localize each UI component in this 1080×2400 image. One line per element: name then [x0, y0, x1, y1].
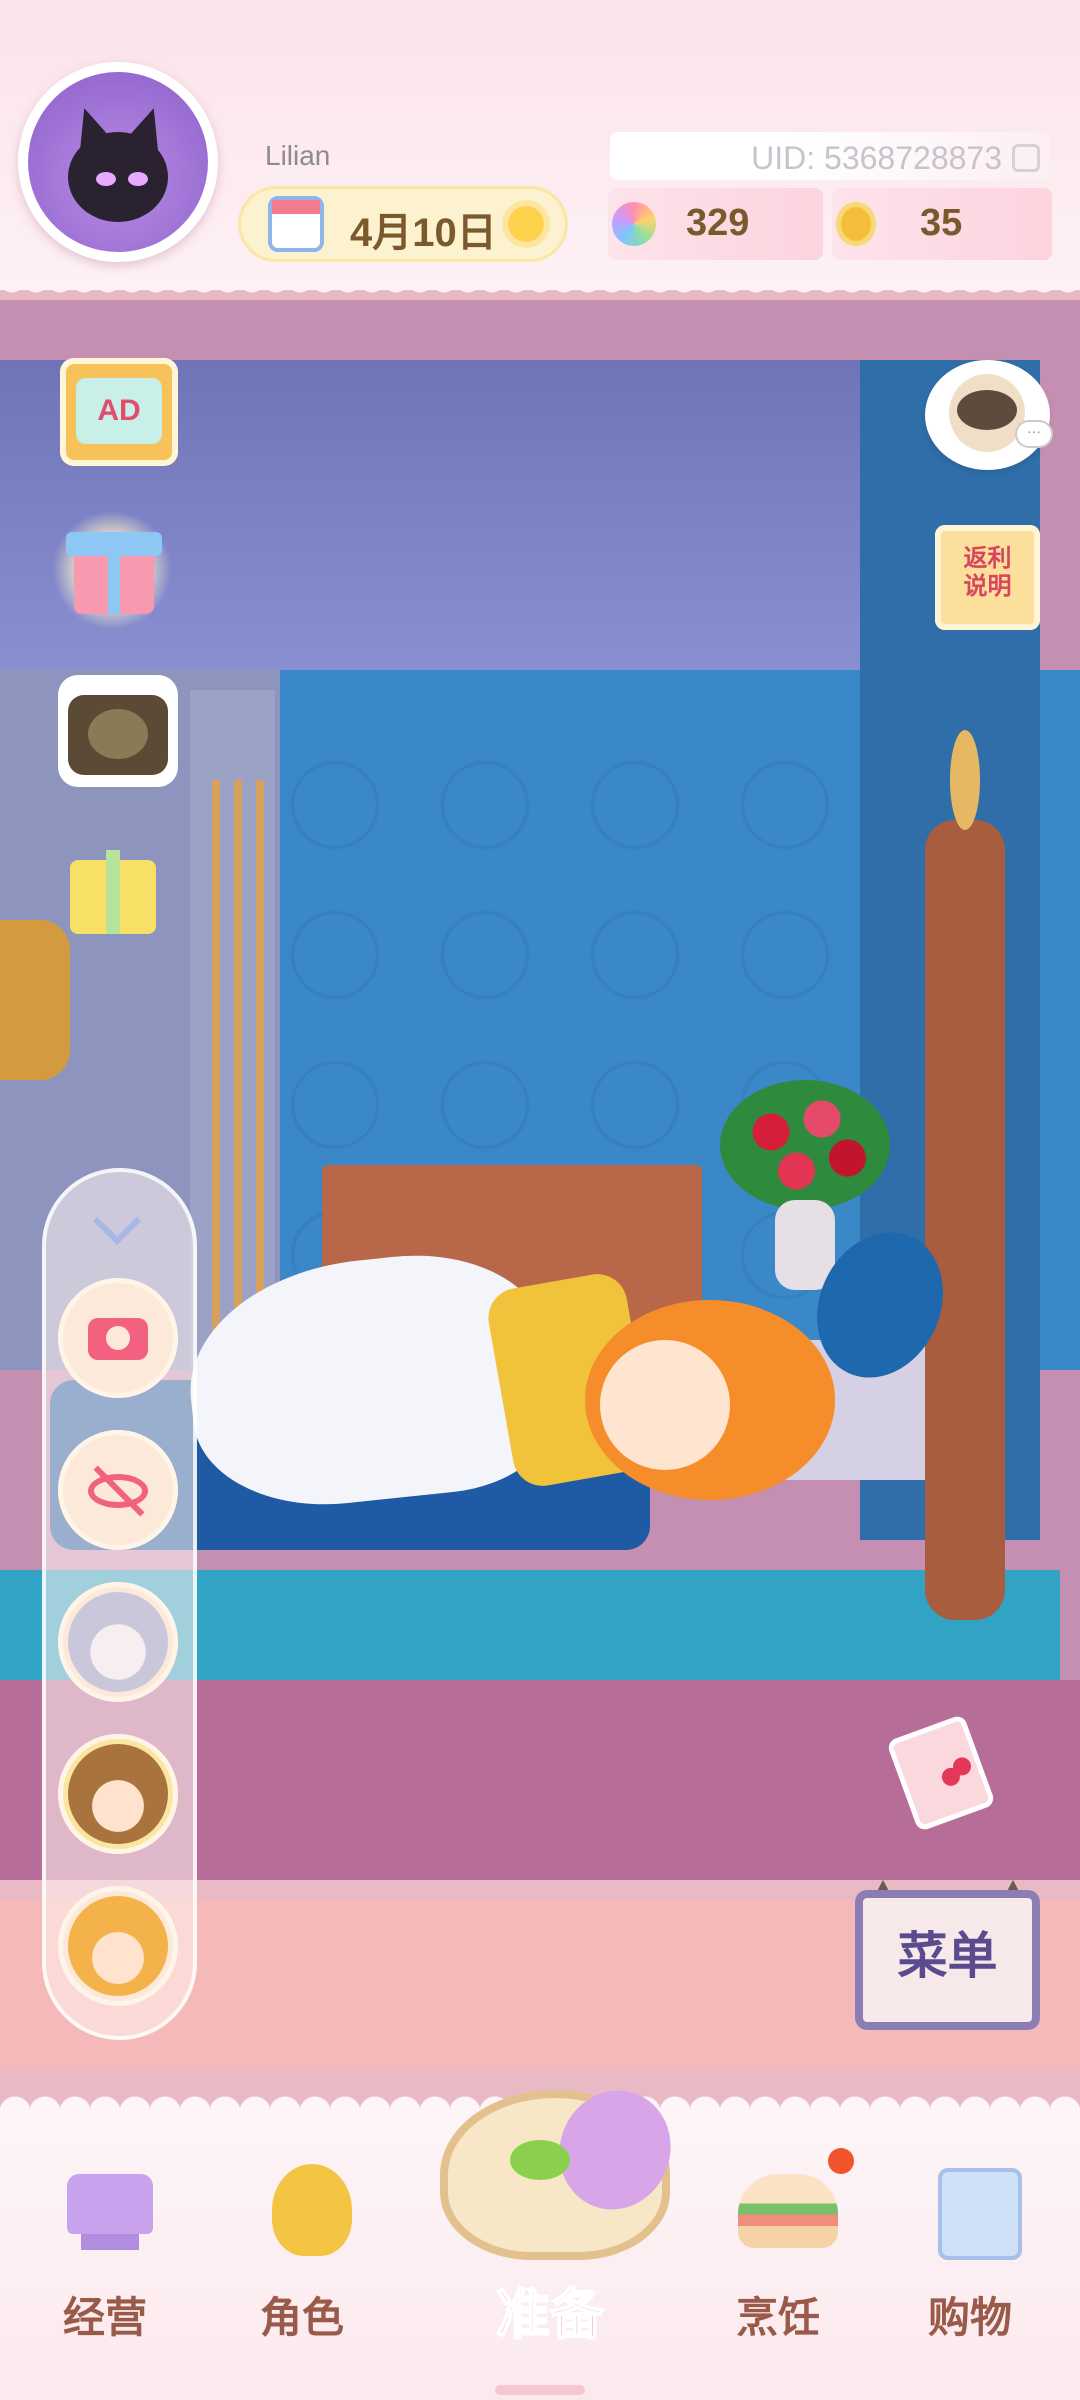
- treasure-chest-button[interactable]: [58, 675, 178, 787]
- character-avatar-icon: [68, 1896, 168, 1996]
- menu-button[interactable]: 菜单: [855, 1880, 1065, 2040]
- shopping-bag-icon: [938, 2168, 1022, 2260]
- nav-label: 烹饪: [735, 2294, 820, 2341]
- notification-dot: [828, 2148, 854, 2174]
- date-weather-pill[interactable]: 4月10日: [238, 186, 568, 262]
- chat-bubble-icon: ···: [1017, 422, 1051, 446]
- bottom-navigation: 经营 角色 准备 烹饪 购物: [0, 2074, 1080, 2400]
- nav-label: 经营: [62, 2294, 147, 2341]
- character-portrait-2[interactable]: [58, 1734, 178, 1854]
- rose-bouquet: [720, 1080, 890, 1210]
- rebate-info-button[interactable]: 返利说明: [935, 525, 1040, 630]
- present-button[interactable]: [52, 830, 172, 950]
- uid-text: UID: 5368728873: [751, 140, 1002, 176]
- gem-count: 329: [686, 202, 750, 244]
- character-avatar-icon: [68, 1592, 168, 1692]
- bed-post: [925, 820, 1005, 1620]
- coin-count: 35: [920, 202, 963, 244]
- character-avatar-icon: [68, 1744, 168, 1844]
- recipe-card-button[interactable]: [886, 1713, 1000, 1833]
- sleeping-character-face[interactable]: [600, 1340, 730, 1470]
- top-status-bar: Lilian UID: 5368728873 4月10日 329 35: [0, 0, 1080, 300]
- nav-prepare[interactable]: 准备: [400, 2050, 700, 2370]
- character-portrait-1[interactable]: [58, 1582, 178, 1702]
- rainbow-flower-icon: [612, 202, 656, 246]
- character-doll-icon: [272, 2164, 352, 2256]
- pillar-trim: [212, 780, 220, 1380]
- coin-counter[interactable]: 35: [832, 188, 1052, 260]
- hide-ui-button[interactable]: [58, 1430, 178, 1550]
- gem-counter[interactable]: 329: [608, 188, 823, 260]
- quick-action-panel: [42, 1168, 197, 2040]
- nav-label: 角色: [259, 2294, 344, 2341]
- gold-coin-icon: [836, 202, 876, 246]
- username-label: Lilian: [265, 140, 331, 171]
- recipe-card-icon: [886, 1713, 996, 1833]
- home-indicator[interactable]: [495, 2385, 585, 2395]
- tv-icon: AD: [76, 378, 162, 444]
- nav-cooking[interactable]: 烹饪: [688, 2134, 868, 2384]
- nav-label: 购物: [927, 2294, 1012, 2341]
- nav-character[interactable]: 角色: [212, 2134, 392, 2384]
- sandwich-icon: [738, 2174, 838, 2248]
- chevron-down-icon[interactable]: [92, 1196, 142, 1246]
- ad-reward-button[interactable]: AD: [60, 358, 178, 466]
- uid-display: UID: 5368728873: [610, 132, 1050, 180]
- date-label: 4月10日: [350, 211, 497, 255]
- rebate-label: 返利说明: [963, 545, 1012, 600]
- calendar-icon: [268, 196, 324, 252]
- nav-shopping[interactable]: 购物: [880, 2134, 1060, 2384]
- nav-label: 准备: [495, 2284, 605, 2346]
- camera-icon: [88, 1318, 148, 1360]
- cherry-icon: [939, 1765, 963, 1789]
- character-portrait-3[interactable]: [58, 1886, 178, 2006]
- ad-label: AD: [97, 394, 141, 427]
- sun-icon: [508, 206, 544, 242]
- top-hat-icon: [67, 2174, 153, 2234]
- camera-button[interactable]: [58, 1278, 178, 1398]
- menu-label: 菜单: [897, 1928, 998, 1984]
- player-avatar[interactable]: [18, 62, 218, 262]
- copy-icon[interactable]: [1012, 144, 1040, 172]
- bed-post-finial: [950, 730, 980, 830]
- nav-business[interactable]: 经营: [15, 2134, 195, 2384]
- cat-assistant-button[interactable]: ···: [925, 360, 1051, 470]
- gift-box-button[interactable]: [52, 510, 172, 630]
- header-scallop-edge: [0, 280, 1080, 300]
- avatar-image: [28, 72, 208, 252]
